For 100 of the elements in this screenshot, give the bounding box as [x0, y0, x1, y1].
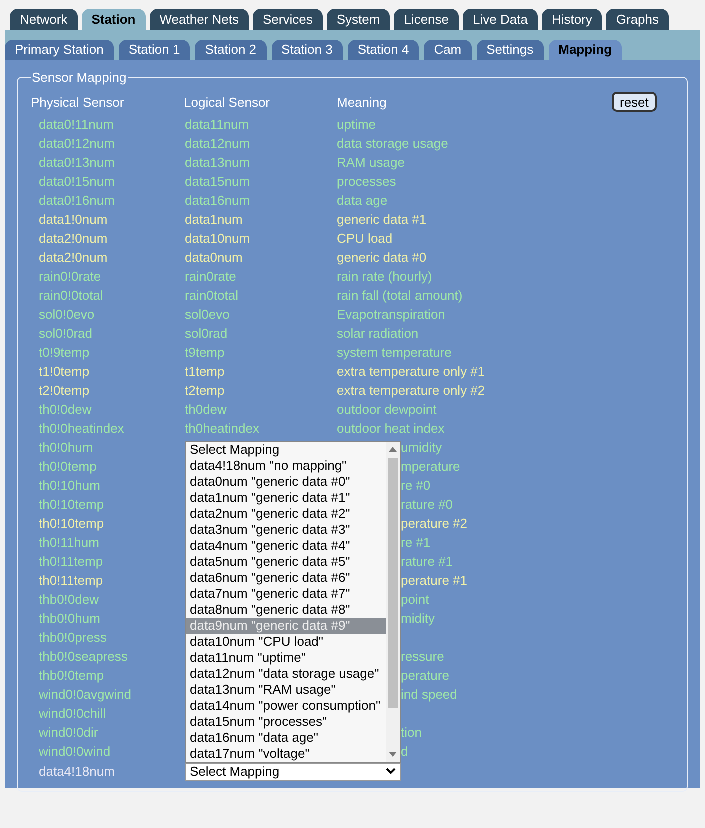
physical-sensor: rain0!0total — [39, 288, 104, 303]
physical-sensor: th0!0heatindex — [39, 421, 124, 436]
reset-button[interactable]: reset — [612, 92, 657, 112]
physical-sensor: data4!18num — [39, 764, 115, 779]
physical-sensor: thb0!0dew — [39, 592, 99, 607]
physical-sensor: wind0!0wind — [39, 744, 111, 759]
physical-sensor: th0!10temp — [39, 516, 104, 531]
sensor-meaning: solar radiation — [337, 326, 419, 341]
dropdown-option[interactable]: data13num "RAM usage" — [186, 682, 386, 698]
dropdown-option[interactable]: data4!18num "no mapping" — [186, 458, 386, 474]
logical-sensor: data0num — [185, 250, 243, 265]
sensor-meaning: perature #1 — [401, 573, 468, 588]
sub-tab[interactable]: Cam — [424, 40, 472, 60]
sub-tab[interactable]: Primary Station — [5, 40, 114, 60]
dropdown-option[interactable]: data14num "power consumption" — [186, 698, 386, 714]
sensor-meaning: umidity — [401, 440, 442, 455]
dropdown-option[interactable]: data2num "generic data #2" — [186, 506, 386, 522]
dropdown-option[interactable]: data11num "uptime" — [186, 650, 386, 666]
physical-sensor: data2!0num — [39, 231, 108, 246]
sensor-meaning: point — [401, 592, 430, 607]
main-tab[interactable]: License — [394, 9, 460, 30]
sensor-meaning: rature #1 — [401, 554, 454, 569]
physical-sensor: th0!0hum — [39, 440, 94, 455]
sensor-meaning: outdoor dewpoint — [337, 402, 437, 417]
column-header: Logical Sensor — [184, 94, 271, 110]
logical-sensor: data15num — [185, 174, 250, 189]
sensor-meaning: extra temperature only #1 — [337, 364, 486, 379]
sensor-meaning: re #1 — [401, 535, 431, 550]
dropdown-option[interactable]: data3num "generic data #3" — [186, 522, 386, 538]
sub-tab[interactable]: Station 2 — [195, 40, 267, 60]
physical-sensor: data0!11num — [39, 117, 114, 132]
main-tab[interactable]: Live Data — [463, 9, 538, 30]
mapping-select[interactable]: Select Mapping — [185, 762, 401, 780]
sub-tab[interactable]: Mapping — [548, 40, 622, 60]
logical-sensor: t1temp — [185, 364, 225, 379]
physical-sensor: thb0!0press — [39, 630, 107, 645]
logical-sensor: rain0rate — [185, 269, 236, 284]
sensor-meaning: mperature — [401, 459, 460, 474]
physical-sensor: sol0!0evo — [39, 307, 95, 322]
dropdown-option[interactable]: data17num "voltage" — [186, 746, 386, 762]
physical-sensor: t0!9temp — [39, 345, 90, 360]
main-tab[interactable]: History — [542, 9, 602, 30]
group-legend: Sensor Mapping — [31, 70, 128, 85]
logical-sensor: data13num — [185, 155, 250, 170]
sensor-meaning: uptime — [337, 117, 376, 132]
sub-tab[interactable]: Settings — [476, 40, 544, 60]
dropdown-option[interactable]: data15num "processes" — [186, 714, 386, 730]
dropdown-option[interactable]: data12num "data storage usage" — [186, 666, 386, 682]
dropdown-option[interactable]: data0num "generic data #0" — [186, 474, 386, 490]
sensor-meaning: extra temperature only #2 — [337, 383, 486, 398]
logical-sensor: t9temp — [185, 345, 225, 360]
physical-sensor: t1!0temp — [39, 364, 90, 379]
sensor-meaning: generic data #1 — [337, 212, 427, 227]
dropdown-option[interactable]: Select Mapping — [186, 442, 386, 458]
logical-sensor: data12num — [185, 136, 250, 151]
sensor-meaning: Evapotranspiration — [337, 307, 446, 322]
logical-sensor: data10num — [185, 231, 250, 246]
logical-sensor: sol0evo — [185, 307, 230, 322]
dropdown-option[interactable]: data1num "generic data #1" — [186, 490, 386, 506]
sub-tab[interactable]: Station 3 — [272, 40, 343, 60]
logical-sensor: sol0rad — [185, 326, 228, 341]
sensor-meaning: ind speed — [401, 687, 458, 702]
sensor-meaning: data age — [337, 193, 388, 208]
dropdown-option[interactable]: data16num "data age" — [186, 730, 386, 746]
main-tab[interactable]: Network — [10, 9, 78, 30]
logical-sensor: t2temp — [185, 383, 225, 398]
sub-tab[interactable]: Station 1 — [118, 40, 190, 60]
physical-sensor: data0!16num — [39, 193, 115, 208]
sensor-meaning: outdoor heat index — [337, 421, 445, 436]
main-tab[interactable]: Weather Nets — [150, 9, 249, 30]
dropdown-option[interactable]: data4num "generic data #4" — [186, 538, 386, 554]
sensor-meaning: system temperature — [337, 345, 452, 360]
main-tab[interactable]: Graphs — [606, 9, 670, 30]
logical-sensor: th0dew — [185, 402, 227, 417]
physical-sensor: th0!10hum — [39, 478, 100, 493]
sensor-meaning: midity — [401, 611, 435, 626]
dropdown-option[interactable]: data5num "generic data #5" — [186, 554, 386, 570]
main-tab[interactable]: Station — [82, 9, 146, 30]
sensor-meaning: processes — [337, 174, 396, 189]
dropdown-option[interactable]: data10num "CPU load" — [186, 634, 386, 650]
physical-sensor: data0!12num — [39, 136, 115, 151]
dropdown-option[interactable]: data7num "generic data #7" — [186, 586, 386, 602]
dropdown-option[interactable]: data6num "generic data #6" — [186, 570, 386, 586]
sensor-meaning: d — [401, 744, 408, 759]
physical-sensor: wind0!0avgwind — [39, 687, 132, 702]
physical-sensor: th0!10temp — [39, 497, 104, 512]
sensor-meaning: re #0 — [401, 478, 431, 493]
main-tab[interactable]: System — [326, 9, 390, 30]
sensor-meaning: rain rate (hourly) — [337, 269, 432, 284]
physical-sensor: th0!11hum — [39, 535, 100, 550]
physical-sensor: rain0!0rate — [39, 269, 102, 284]
dropdown-option[interactable]: data8num "generic data #8" — [186, 602, 386, 618]
sensor-meaning: generic data #0 — [337, 250, 427, 265]
sensor-meaning: RAM usage — [337, 155, 405, 170]
column-header: Physical Sensor — [31, 94, 126, 110]
main-tab[interactable]: Services — [253, 9, 323, 30]
logical-sensor: rain0total — [185, 288, 238, 303]
physical-sensor: thb0!0seapress — [39, 649, 128, 664]
sub-tab[interactable]: Station 4 — [348, 40, 420, 60]
scrollbar[interactable] — [386, 442, 400, 762]
